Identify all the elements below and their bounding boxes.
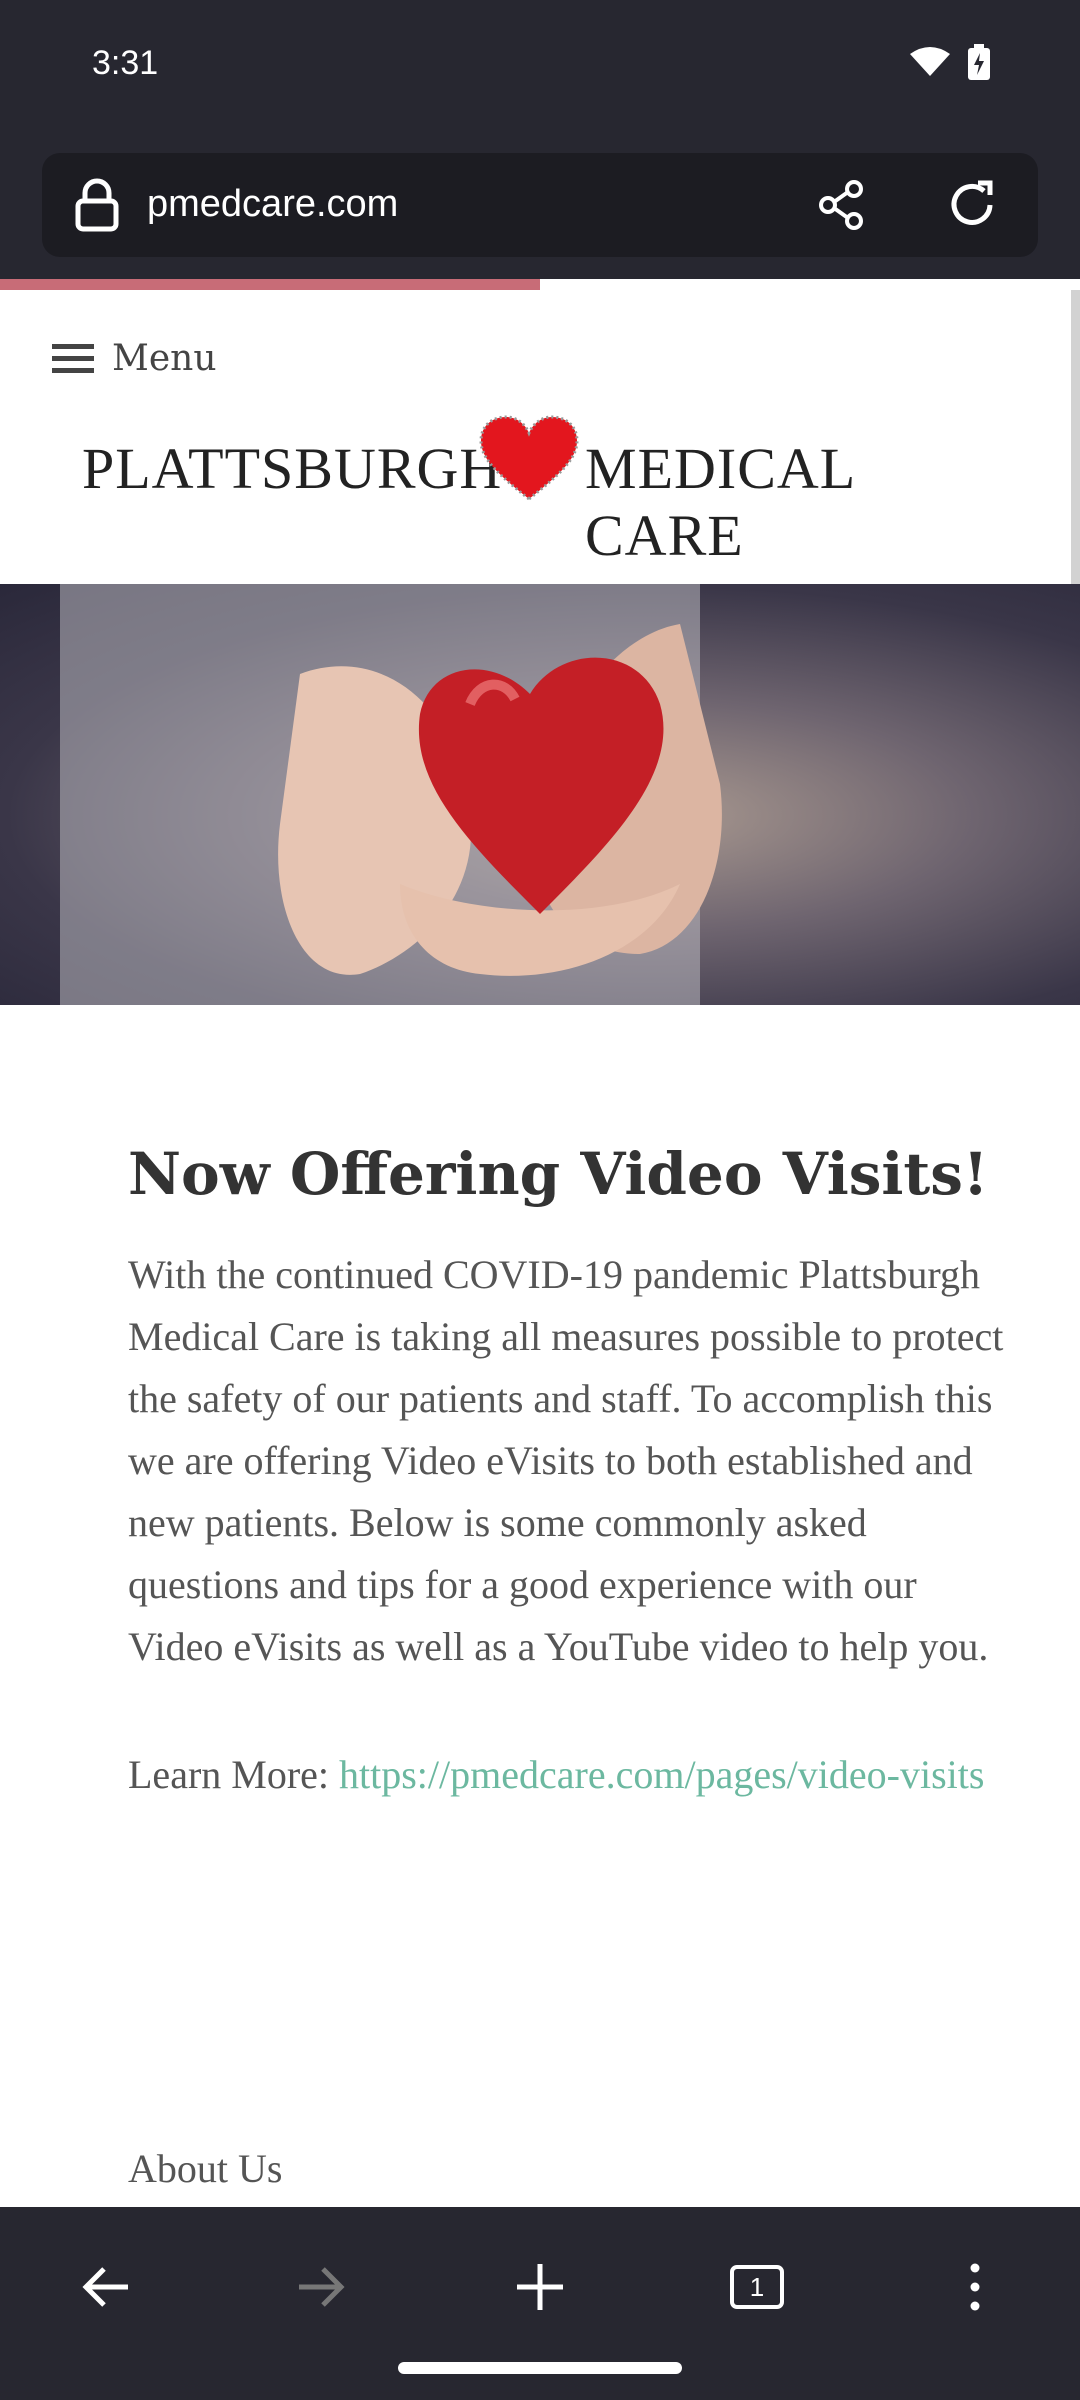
wifi-icon (910, 47, 950, 76)
toolbar-bottom (0, 257, 1080, 279)
forward-button[interactable] (282, 2247, 362, 2327)
reload-icon[interactable] (944, 177, 1000, 233)
browser-bottom-bar: 1 (0, 2207, 1080, 2400)
more-options-button[interactable] (935, 2247, 1015, 2327)
web-page: Menu PLATTSBURGH MEDICAL CARE Now Offeri… (0, 290, 1080, 2207)
status-bar: 3:31 (0, 0, 1080, 140)
article: Now Offering Video Visits! With the cont… (128, 1140, 1008, 1806)
battery-charging-icon (968, 44, 990, 80)
share-icon[interactable] (814, 177, 870, 233)
back-arrow-icon (82, 2267, 128, 2307)
tab-count: 1 (750, 2272, 764, 2302)
hamburger-icon (52, 343, 94, 373)
learn-more-link[interactable]: https://pmedcare.com/pages/video-visits (339, 1752, 984, 1797)
url-text[interactable]: pmedcare.com (147, 183, 398, 226)
logo-text-right: MEDICAL CARE (585, 436, 855, 568)
status-icons (910, 44, 990, 80)
home-gesture-bar[interactable] (398, 2362, 682, 2374)
hands-holding-heart-image (60, 584, 722, 1005)
more-vert-icon (970, 2263, 980, 2311)
plus-icon (517, 2264, 563, 2310)
menu-label: Menu (112, 338, 217, 379)
article-paragraph: With the continued COVID-19 pandemic Pla… (128, 1251, 1004, 1669)
menu-button[interactable]: Menu (52, 338, 217, 379)
logo-text-left: PLATTSBURGH (82, 436, 503, 501)
page-load-progress (0, 279, 540, 290)
back-button[interactable] (65, 2247, 145, 2327)
lock-icon[interactable] (72, 177, 122, 233)
learn-more: Learn More: https://pmedcare.com/pages/v… (128, 1744, 1008, 1806)
article-headline: Now Offering Video Visits! (128, 1140, 989, 1208)
learn-more-label: Learn More: (128, 1751, 340, 1797)
about-us-link[interactable]: About Us (128, 2145, 282, 2192)
tab-switcher-icon: 1 (730, 2265, 784, 2309)
tab-switcher-button[interactable]: 1 (717, 2247, 797, 2327)
new-tab-button[interactable] (500, 2247, 580, 2327)
forward-arrow-icon (299, 2267, 345, 2307)
site-logo[interactable]: PLATTSBURGH MEDICAL CARE (82, 415, 1002, 568)
hero-image (0, 584, 1080, 1005)
heart-icon (479, 415, 579, 501)
status-time: 3:31 (92, 44, 159, 82)
url-bar[interactable]: pmedcare.com (42, 153, 1038, 257)
